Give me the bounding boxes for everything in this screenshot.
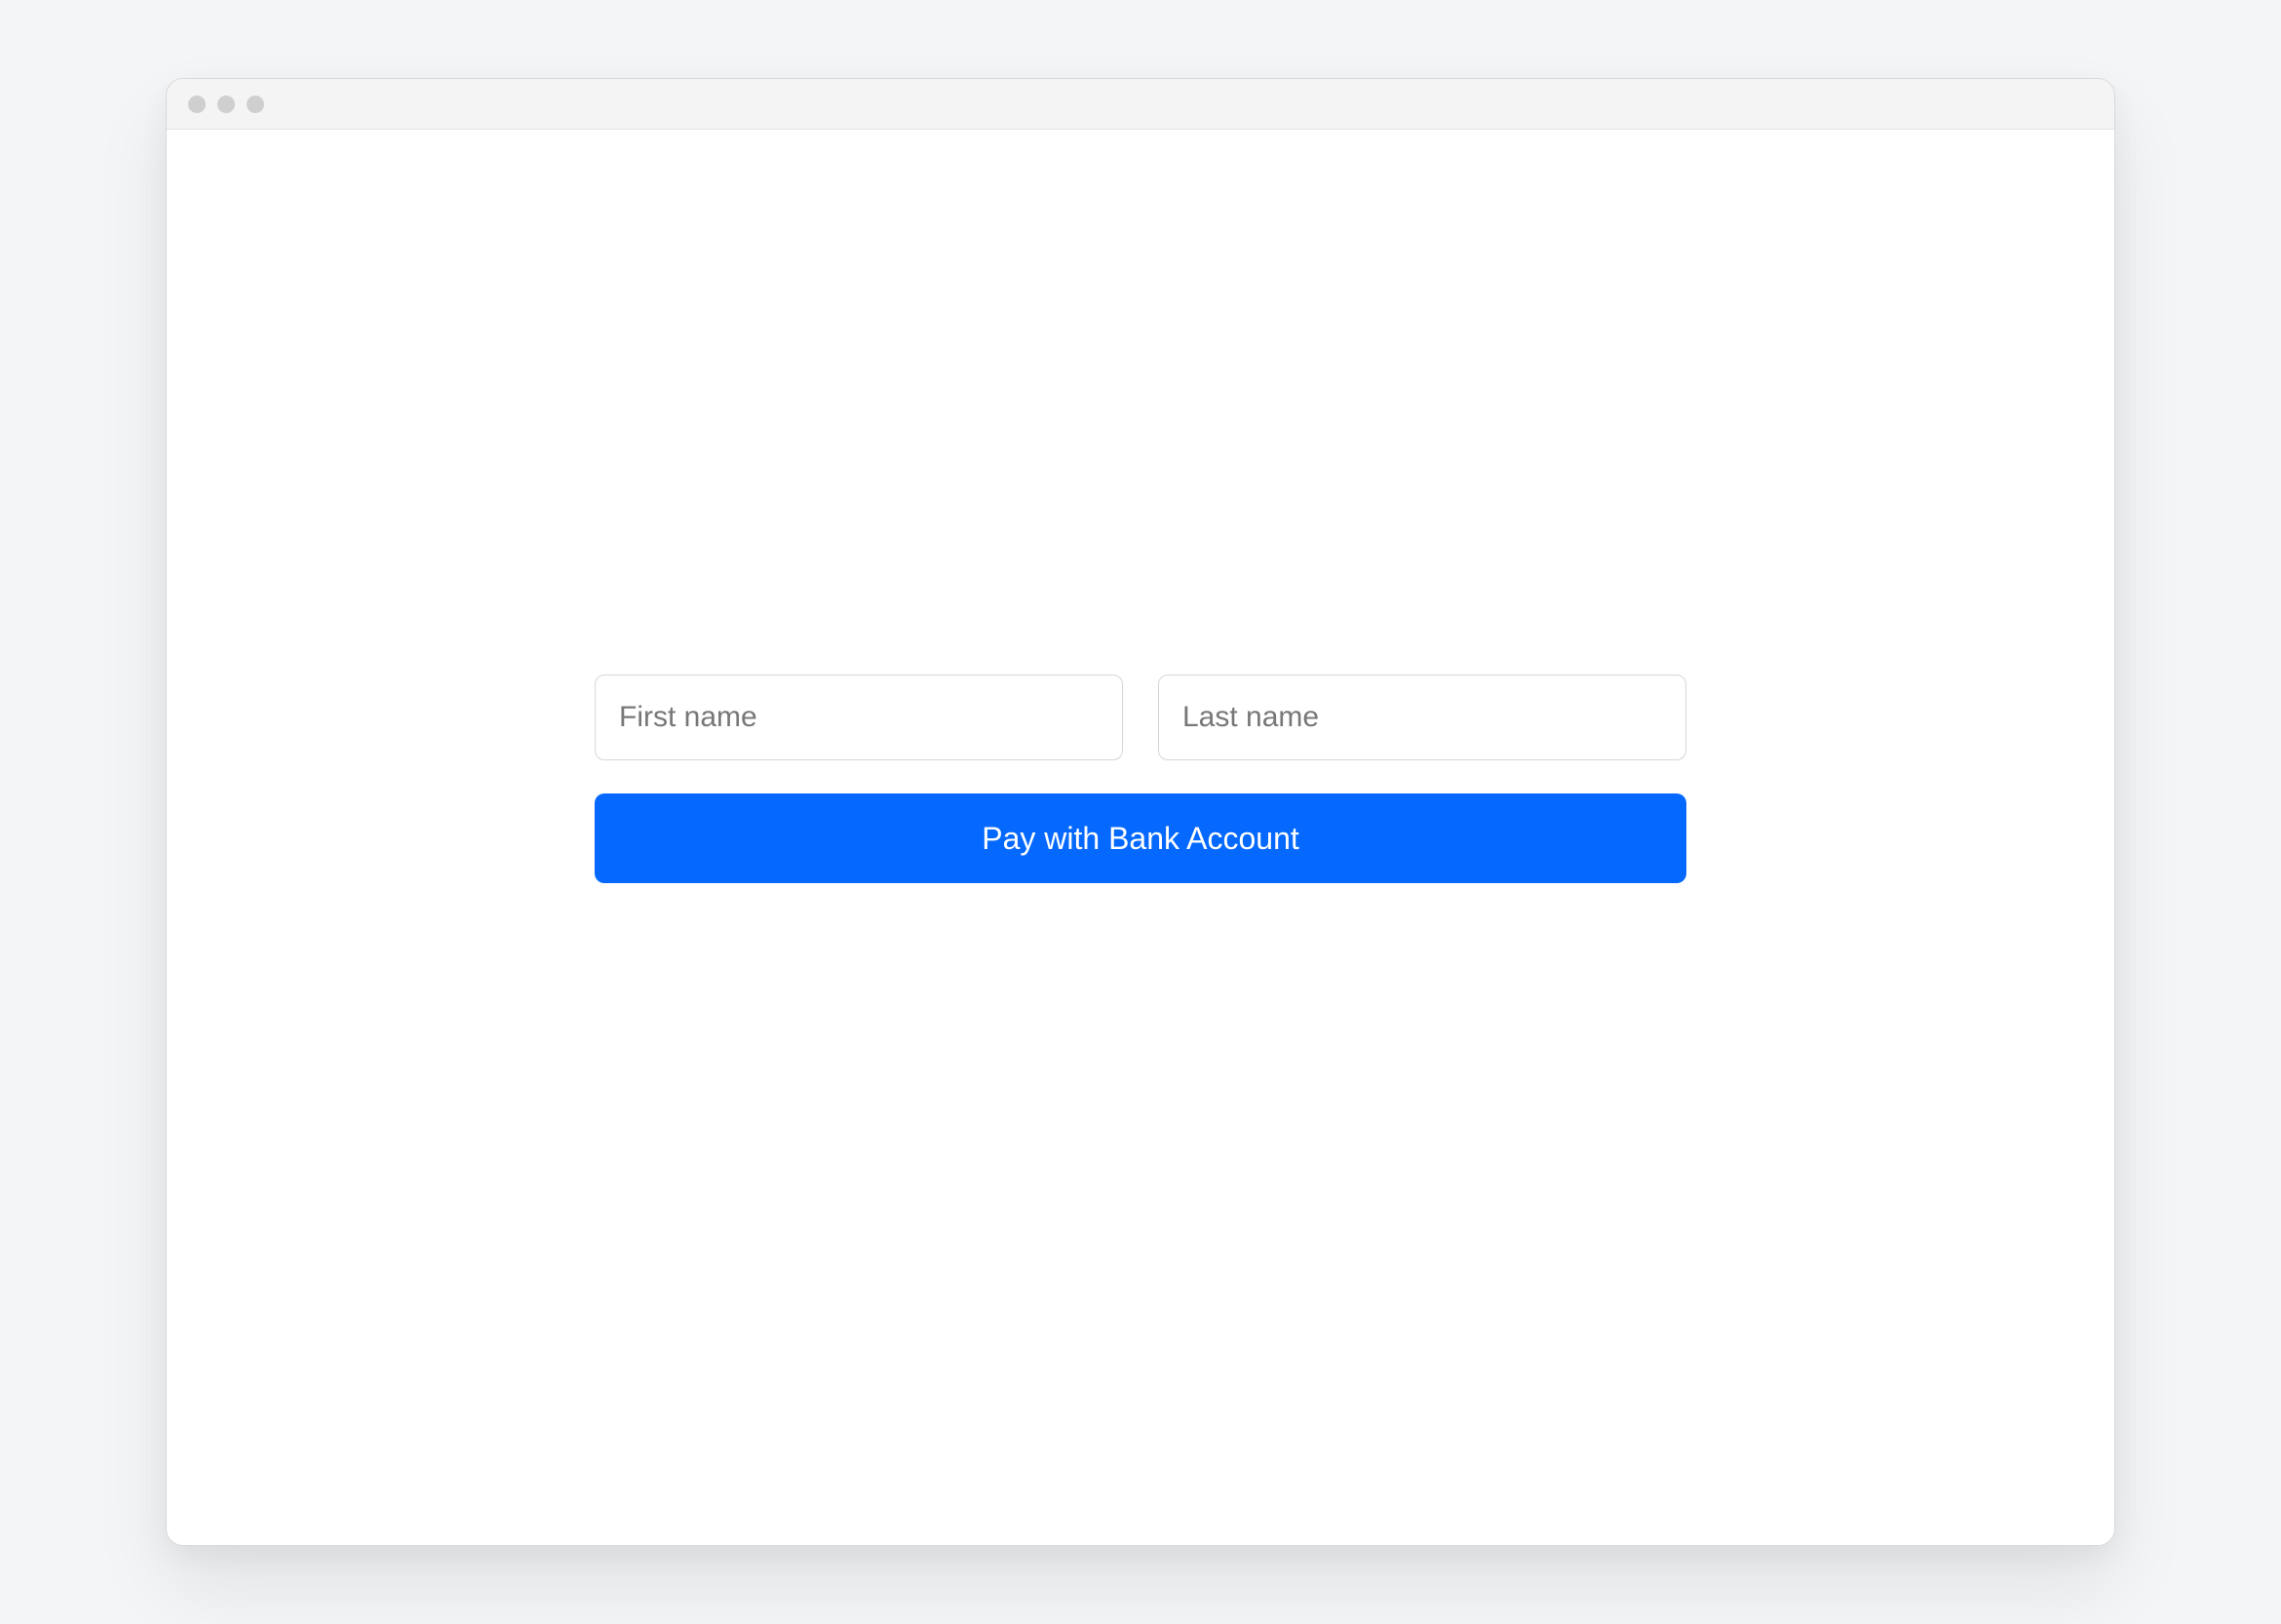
first-name-input[interactable]	[595, 675, 1123, 760]
pay-with-bank-button[interactable]: Pay with Bank Account	[595, 793, 1686, 883]
payment-form: Pay with Bank Account	[595, 675, 1686, 883]
last-name-input[interactable]	[1158, 675, 1686, 760]
browser-content: Pay with Bank Account	[167, 130, 2114, 1545]
window-control-maximize-icon[interactable]	[247, 96, 264, 113]
window-control-close-icon[interactable]	[188, 96, 206, 113]
window-control-minimize-icon[interactable]	[217, 96, 235, 113]
name-row	[595, 675, 1686, 760]
browser-window: Pay with Bank Account	[166, 78, 2115, 1546]
browser-titlebar	[167, 79, 2114, 130]
